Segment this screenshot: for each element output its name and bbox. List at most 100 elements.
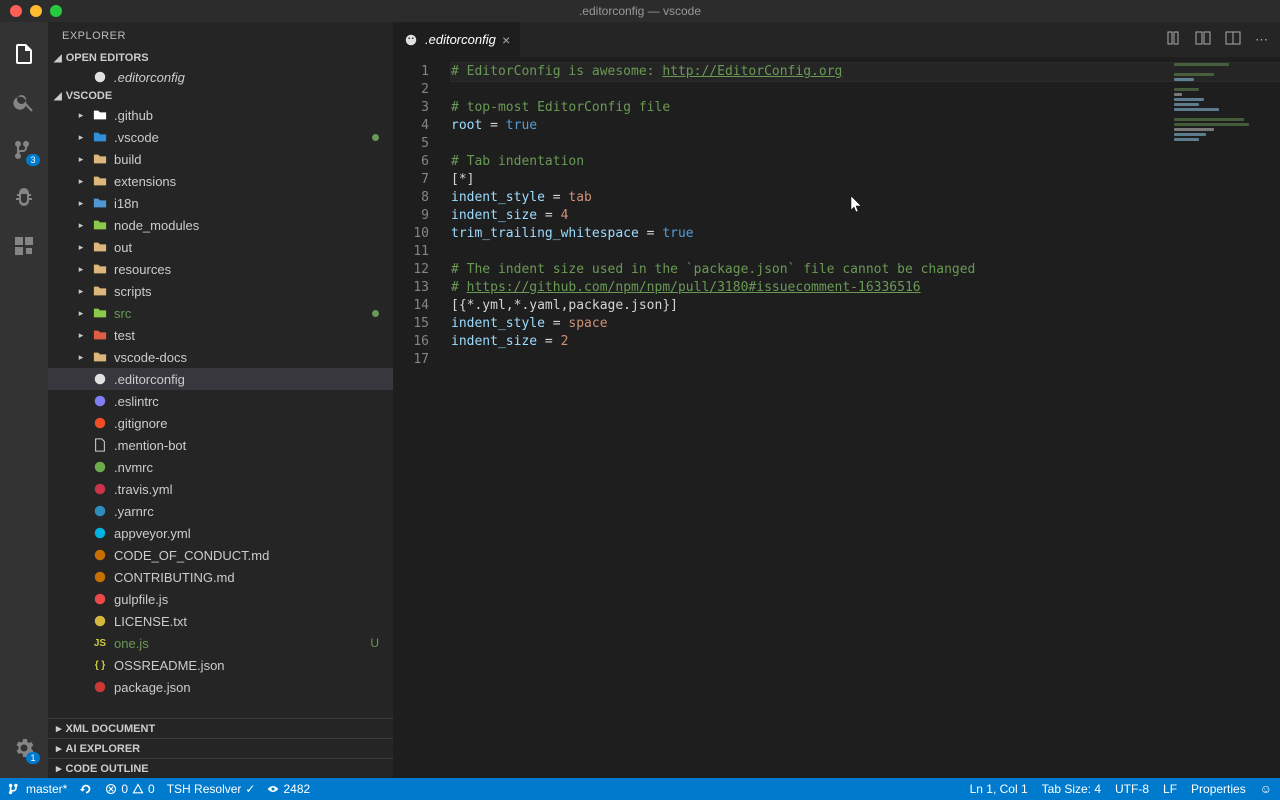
- more-icon[interactable]: ⋯: [1255, 32, 1268, 48]
- folder-icon: [92, 173, 108, 189]
- folder-item[interactable]: ▸i18n: [48, 192, 393, 214]
- compare-icon[interactable]: [1165, 30, 1181, 49]
- editorconfig-icon: [92, 371, 108, 387]
- code-content[interactable]: # EditorConfig is awesome: http://Editor…: [443, 57, 1280, 778]
- npm-icon: [92, 679, 108, 695]
- chevron-right-icon: ▸: [76, 220, 86, 231]
- folder-item[interactable]: ▸node_modules: [48, 214, 393, 236]
- src-icon: [92, 305, 108, 321]
- language-status[interactable]: Properties: [1191, 782, 1246, 796]
- license-icon: [92, 613, 108, 629]
- file-item[interactable]: .eslintrc: [48, 390, 393, 412]
- filename: one.js: [114, 636, 149, 651]
- tabs-bar: .editorconfig × ⋯: [393, 22, 1280, 57]
- filename: LICENSE.txt: [114, 614, 187, 629]
- scm-badge: 3: [26, 154, 40, 166]
- branch-status[interactable]: master*: [8, 782, 67, 796]
- file-item[interactable]: package.json: [48, 676, 393, 698]
- filename: .mention-bot: [114, 438, 186, 453]
- modified-indicator: [372, 310, 379, 317]
- scm-activity[interactable]: 3: [0, 126, 48, 174]
- filename: .editorconfig: [114, 70, 185, 85]
- file-item[interactable]: gulpfile.js: [48, 588, 393, 610]
- filename: .yarnrc: [114, 504, 154, 519]
- filename: CODE_OF_CONDUCT.md: [114, 548, 269, 563]
- code-editor[interactable]: 1234567891011121314151617 # EditorConfig…: [393, 57, 1280, 778]
- explorer-activity[interactable]: [0, 30, 48, 78]
- sync-icon: [79, 782, 93, 796]
- open-editors-header[interactable]: ◢ OPEN EDITORS: [48, 50, 393, 66]
- folder-item[interactable]: ▸vscode-docs: [48, 346, 393, 368]
- collapsed-section[interactable]: ▸AI EXPLORER: [48, 738, 393, 758]
- feedback-status[interactable]: ☺: [1260, 782, 1272, 796]
- node-icon: [92, 217, 108, 233]
- file-item[interactable]: .yarnrc: [48, 500, 393, 522]
- file-item[interactable]: appveyor.yml: [48, 522, 393, 544]
- folder-item[interactable]: ▸resources: [48, 258, 393, 280]
- tab-editorconfig[interactable]: .editorconfig ×: [393, 22, 521, 57]
- i18n-icon: [92, 195, 108, 211]
- workspace-header[interactable]: ◢ VSCODE: [48, 88, 393, 104]
- sync-status[interactable]: [79, 782, 93, 796]
- file-icon: [92, 437, 108, 453]
- port-status[interactable]: 2482: [267, 782, 310, 796]
- folder-item[interactable]: ▸test: [48, 324, 393, 346]
- encoding-status[interactable]: UTF-8: [1115, 782, 1149, 796]
- file-item[interactable]: .mention-bot: [48, 434, 393, 456]
- file-item[interactable]: { }OSSREADME.json: [48, 654, 393, 676]
- eye-icon: [267, 783, 279, 795]
- chevron-right-icon: ▸: [76, 264, 86, 275]
- git-icon: [92, 415, 108, 431]
- folder-item[interactable]: ▸extensions: [48, 170, 393, 192]
- editorconfig-icon: [92, 69, 108, 85]
- line-gutter: 1234567891011121314151617: [393, 57, 443, 778]
- search-activity[interactable]: [0, 78, 48, 126]
- check-icon: ✓: [245, 782, 255, 796]
- extensions-activity[interactable]: [0, 222, 48, 270]
- filename: appveyor.yml: [114, 526, 191, 541]
- chevron-right-icon: ▸: [76, 198, 86, 209]
- minimize-window-button[interactable]: [30, 5, 42, 17]
- layout-icon[interactable]: [1225, 30, 1241, 49]
- tsh-resolver-status[interactable]: TSH Resolver ✓: [167, 782, 256, 796]
- open-editor-item[interactable]: .editorconfig: [48, 66, 393, 88]
- folder-item[interactable]: ▸src: [48, 302, 393, 324]
- collapsed-section[interactable]: ▸XML DOCUMENT: [48, 718, 393, 738]
- chevron-right-icon: ▸: [76, 110, 86, 121]
- file-item[interactable]: .nvmrc: [48, 456, 393, 478]
- folder-item[interactable]: ▸out: [48, 236, 393, 258]
- folder-item[interactable]: ▸scripts: [48, 280, 393, 302]
- file-item[interactable]: CODE_OF_CONDUCT.md: [48, 544, 393, 566]
- branch-name: master*: [26, 782, 67, 796]
- activity-bar: 3 1: [0, 22, 48, 778]
- file-item[interactable]: CONTRIBUTING.md: [48, 566, 393, 588]
- yarn-icon: [92, 503, 108, 519]
- file-item[interactable]: JSone.jsU: [48, 632, 393, 654]
- appveyor-icon: [92, 525, 108, 541]
- folder-item[interactable]: ▸.vscode: [48, 126, 393, 148]
- file-item[interactable]: LICENSE.txt: [48, 610, 393, 632]
- tab-size-status[interactable]: Tab Size: 4: [1042, 782, 1101, 796]
- file-item[interactable]: .editorconfig: [48, 368, 393, 390]
- maximize-window-button[interactable]: [50, 5, 62, 17]
- test-icon: [92, 327, 108, 343]
- folder-icon: [92, 349, 108, 365]
- folder-item[interactable]: ▸build: [48, 148, 393, 170]
- debug-activity[interactable]: [0, 174, 48, 222]
- folder-item[interactable]: ▸.github: [48, 104, 393, 126]
- workspace-label: VSCODE: [66, 90, 112, 102]
- problems-status[interactable]: 0 0: [105, 782, 154, 796]
- editor-area: .editorconfig × ⋯ 1234567891011121314151…: [393, 22, 1280, 778]
- split-editor-icon[interactable]: [1195, 30, 1211, 49]
- github-icon: [92, 107, 108, 123]
- collapsed-section[interactable]: ▸CODE OUTLINE: [48, 758, 393, 778]
- close-tab-button[interactable]: ×: [502, 32, 510, 48]
- cursor-position-status[interactable]: Ln 1, Col 1: [970, 782, 1028, 796]
- close-window-button[interactable]: [10, 5, 22, 17]
- eol-status[interactable]: LF: [1163, 782, 1177, 796]
- settings-activity[interactable]: 1: [0, 724, 48, 772]
- filename: gulpfile.js: [114, 592, 168, 607]
- file-item[interactable]: .travis.yml: [48, 478, 393, 500]
- file-item[interactable]: .gitignore: [48, 412, 393, 434]
- filename: build: [114, 152, 141, 167]
